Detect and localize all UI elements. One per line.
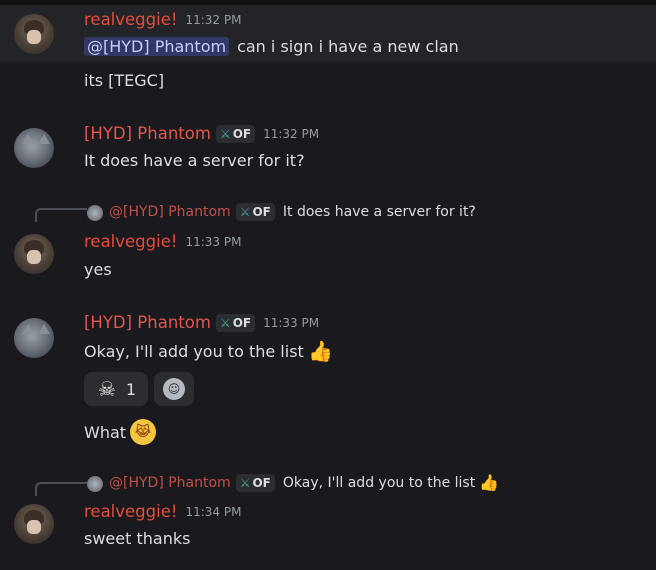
sword-icon: ⚔ <box>239 205 251 219</box>
skull-icon: ☠ <box>97 377 116 401</box>
message-text: What <box>84 422 127 442</box>
message-text: It does have a server for it? <box>84 151 305 170</box>
reply-preview[interactable]: @[HYD] Phantom ⚔ OF It does have a server… <box>103 203 476 221</box>
message-header: realveggie! 11:34 PM <box>84 502 241 521</box>
avatar[interactable] <box>14 128 54 168</box>
avatar[interactable] <box>14 504 54 544</box>
message-text: can i sign i have a new clan <box>237 37 459 56</box>
avatar[interactable] <box>14 318 54 358</box>
username[interactable]: realveggie! <box>84 10 177 29</box>
reply-author[interactable]: @[HYD] Phantom <box>109 475 231 491</box>
clan-tag: ⚔ OF <box>235 203 275 221</box>
reply-text: It does have a server for it? <box>282 204 476 220</box>
laughing-crying-emoji-icon: 😹 <box>130 419 157 445</box>
message-header: [HYD] Phantom ⚔ OF 11:33 PM <box>84 313 319 332</box>
reply-preview[interactable]: @[HYD] Phantom ⚔ OF Okay, I'll add you to… <box>103 473 499 492</box>
message-text: Okay, I'll add you to the list <box>84 341 304 361</box>
message-content: What 😹 <box>84 419 157 445</box>
thumbs-up-emoji-icon: 👍 <box>308 339 334 363</box>
message-content: @[HYD] Phantom can i sign i have a new c… <box>84 37 459 56</box>
mention[interactable]: @[HYD] Phantom <box>84 37 230 56</box>
reply-text: Okay, I'll add you to the list <box>282 474 476 491</box>
message-header: realveggie! 11:32 PM <box>84 10 241 29</box>
timestamp[interactable]: 11:34 PM <box>185 505 241 519</box>
message-text: sweet thanks <box>84 529 191 548</box>
sword-icon: ⚔ <box>239 475 251 490</box>
timestamp[interactable]: 11:33 PM <box>185 235 241 249</box>
thumbs-up-emoji-icon: 👍 <box>479 473 500 492</box>
username[interactable]: realveggie! <box>84 232 177 251</box>
reply-connector <box>35 482 87 496</box>
username[interactable]: [HYD] Phantom <box>84 124 211 143</box>
username[interactable]: [HYD] Phantom <box>84 313 211 332</box>
message-header: realveggie! 11:33 PM <box>84 232 241 251</box>
reaction-skull[interactable]: ☠ 1 <box>84 372 148 406</box>
clan-tag[interactable]: ⚔ OF <box>215 124 256 143</box>
add-reaction-icon: ☺ <box>163 378 185 400</box>
reply-avatar[interactable] <box>87 205 103 221</box>
reply-author[interactable]: @[HYD] Phantom <box>109 204 231 220</box>
reply-avatar[interactable] <box>87 476 103 492</box>
clan-tag: ⚔ OF <box>235 473 275 492</box>
timestamp[interactable]: 11:32 PM <box>185 13 241 27</box>
message-text: its [TEGC] <box>84 71 165 90</box>
avatar[interactable] <box>14 234 54 274</box>
timestamp[interactable]: 11:32 PM <box>263 127 319 141</box>
avatar[interactable] <box>14 14 54 54</box>
sword-icon: ⚔ <box>219 315 231 330</box>
reply-connector <box>35 208 87 222</box>
message-content: Okay, I'll add you to the list 👍 <box>84 338 334 364</box>
reaction-count: 1 <box>125 379 137 399</box>
username[interactable]: realveggie! <box>84 502 177 521</box>
message-text: yes <box>84 260 112 279</box>
sword-icon: ⚔ <box>219 126 231 141</box>
add-reaction-button[interactable]: ☺ <box>154 372 194 406</box>
message-header: [HYD] Phantom ⚔ OF 11:32 PM <box>84 124 319 143</box>
clan-tag[interactable]: ⚔ OF <box>215 313 256 332</box>
timestamp[interactable]: 11:33 PM <box>263 316 319 330</box>
